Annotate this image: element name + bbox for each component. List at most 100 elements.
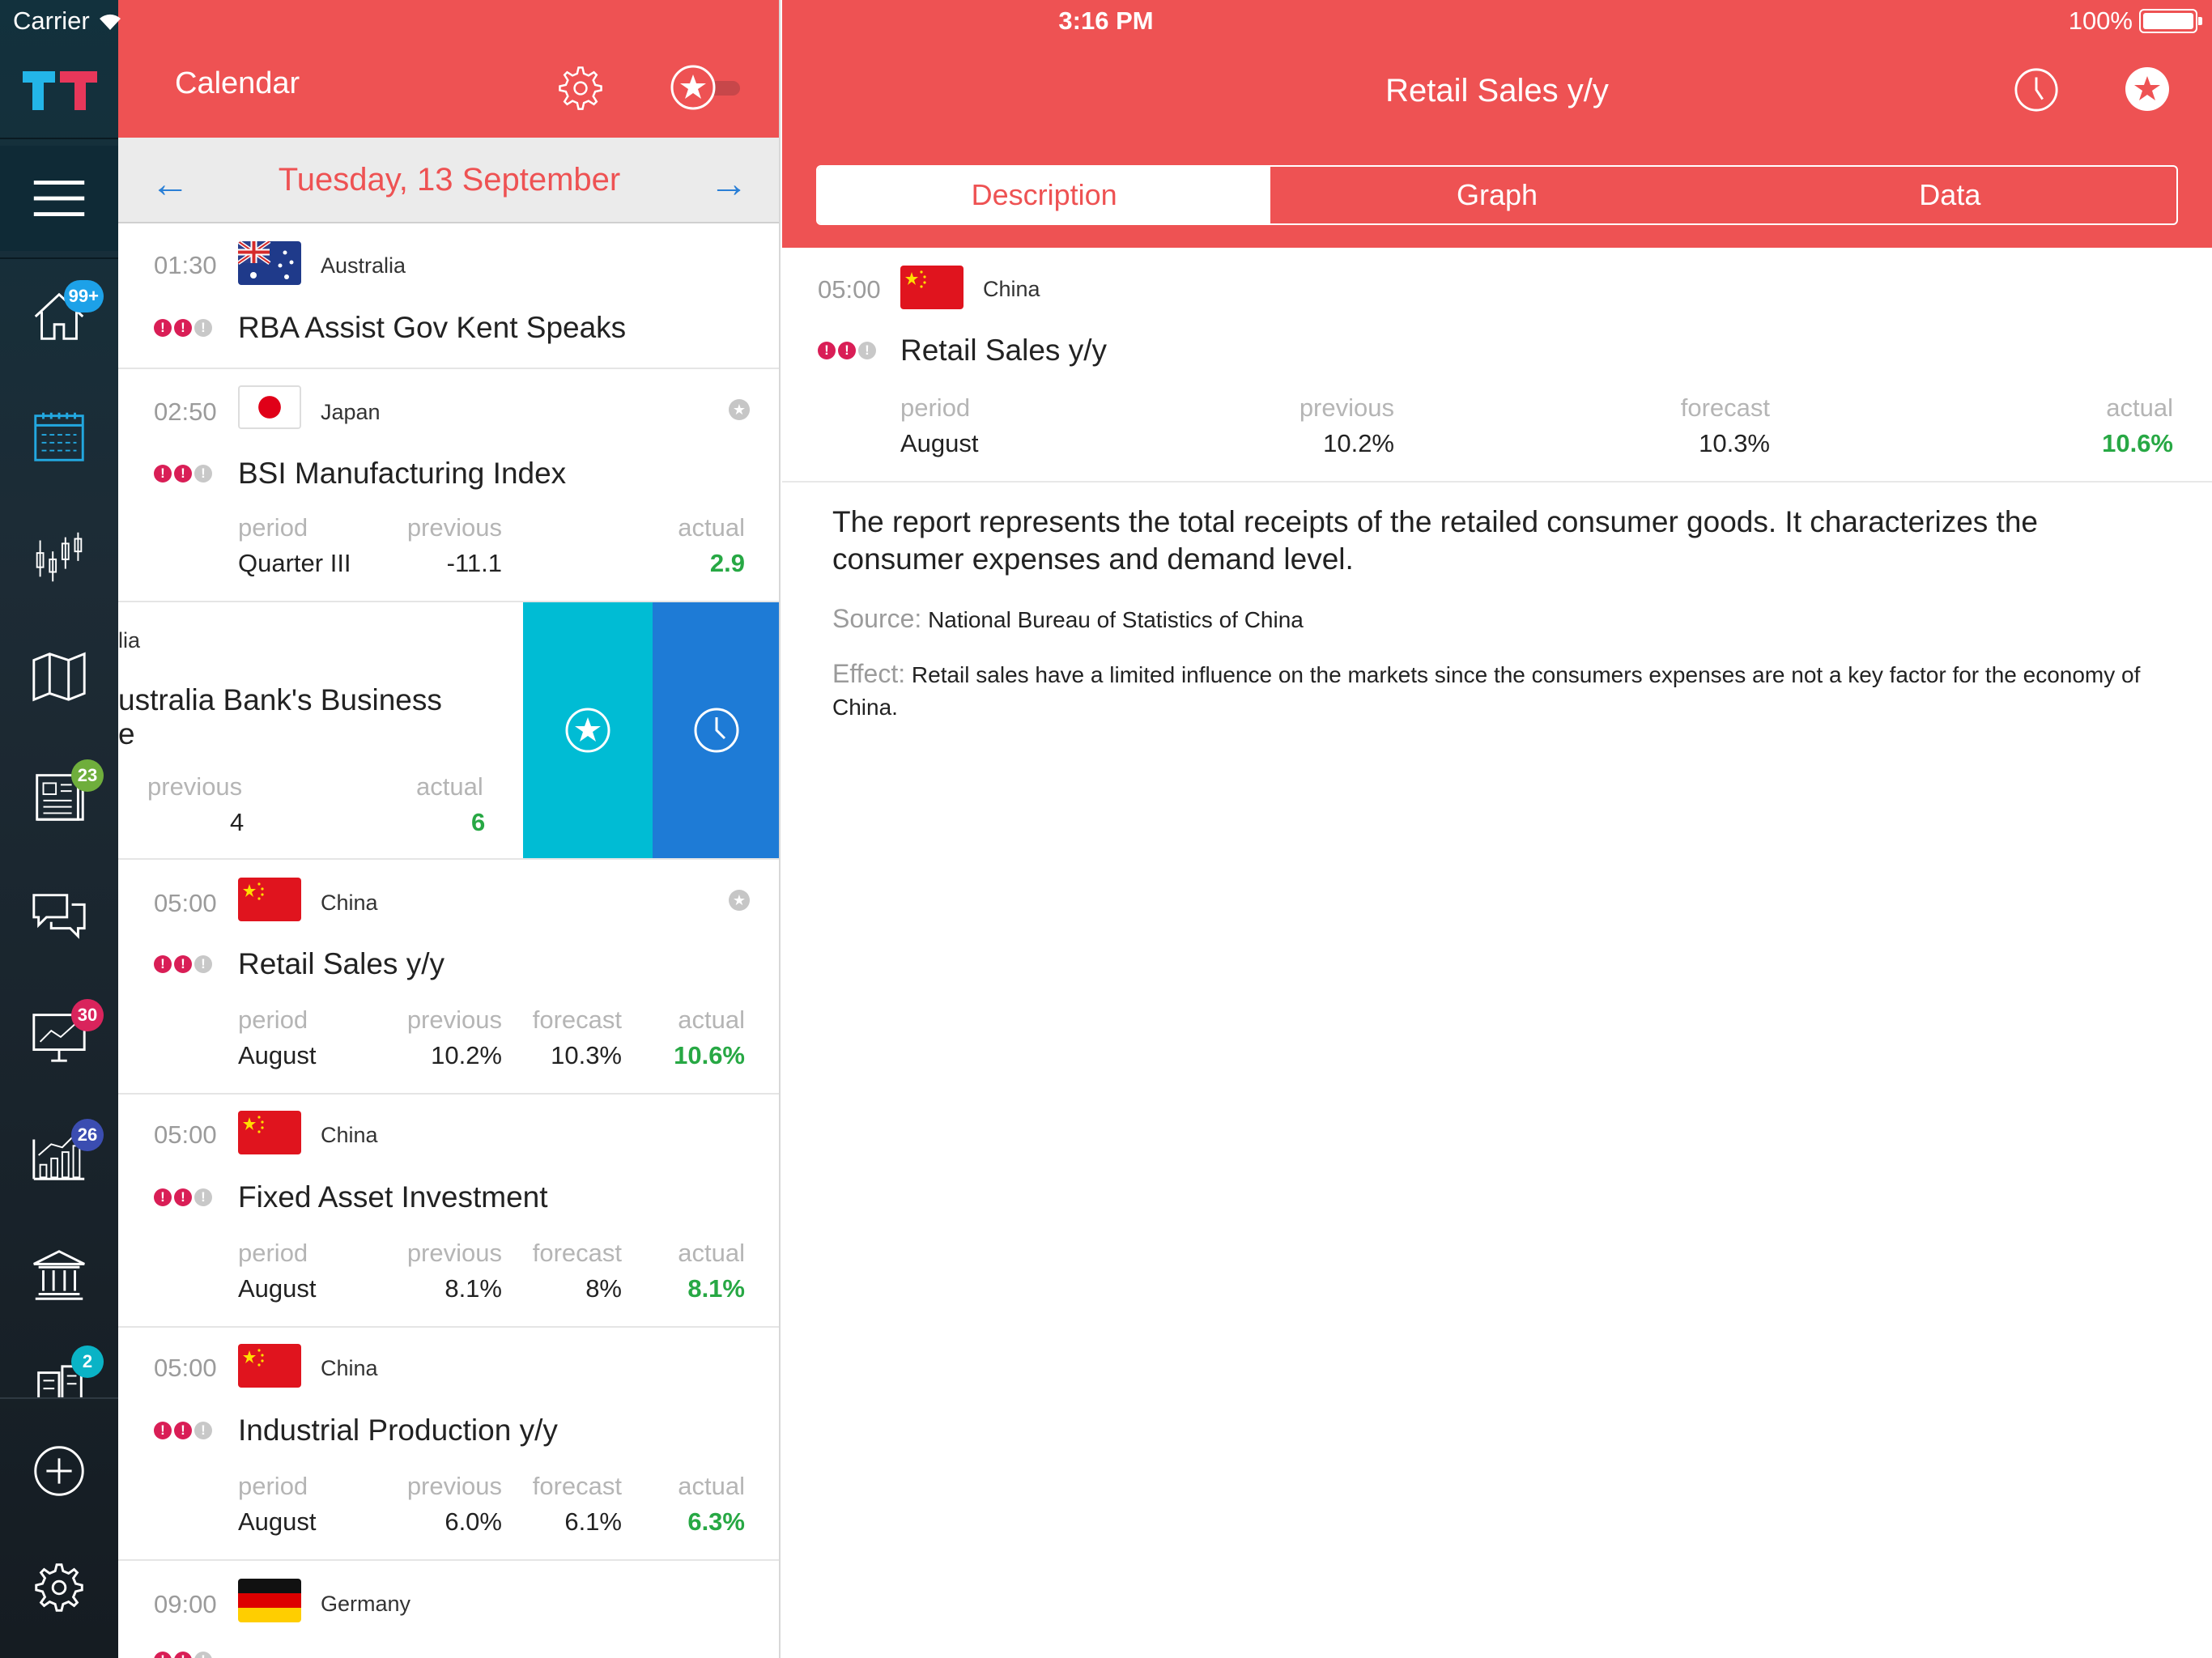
forecast-value: 8% (585, 1274, 622, 1303)
battery-info: 100% (2069, 6, 2202, 36)
menu-button[interactable] (0, 146, 118, 251)
sidebar-item-brokers[interactable]: 2 (0, 1342, 118, 1397)
actual-value: 8.1% (687, 1274, 745, 1303)
event-row[interactable]: 05:00 China !!! Fixed Asset Investment p… (118, 1095, 779, 1328)
sidebar-item-map[interactable] (0, 623, 118, 729)
swipe-favorite-button[interactable] (523, 602, 653, 858)
australia-flag-icon (238, 241, 301, 285)
clock-icon[interactable] (2013, 66, 2060, 113)
previous-label: previous (406, 513, 502, 542)
event-time: 01:30 (154, 251, 217, 279)
event-row[interactable]: 05:00 China !!! Industrial Production y/… (118, 1328, 779, 1561)
source-label: Source: (832, 604, 922, 633)
previous-label: previous (406, 1472, 502, 1500)
sidebar-item-calendar[interactable] (0, 384, 118, 489)
event-country: Germany (321, 1592, 411, 1616)
sidebar-item-news[interactable]: 23 (0, 743, 118, 848)
actual-value: 6 (471, 808, 486, 836)
germany-flag-icon (238, 1579, 301, 1622)
event-name: Fixed Asset Investment (238, 1180, 548, 1214)
event-summary: 05:00 China !!! Retail Sales y/y period … (782, 248, 2212, 483)
actual-value: 10.6% (674, 1041, 745, 1069)
effect-label: Effect: (832, 659, 906, 688)
event-name: BSI Manufacturing Index (238, 457, 567, 490)
favorite-star-icon[interactable]: ★ (729, 399, 750, 420)
effect-line: Effect: Retail sales have a limited infl… (832, 657, 2160, 724)
sidebar-item-ideas[interactable]: 30 (0, 983, 118, 1088)
detail-pane: Retail Sales y/y Description Graph Data … (782, 0, 2212, 1658)
previous-value: 10.2% (1323, 429, 1394, 457)
tab-description[interactable]: Description (818, 167, 1271, 223)
event-name: Retail Sales y/y (900, 334, 1107, 367)
period-value: August (238, 1274, 317, 1303)
app-logo-icon (23, 71, 97, 110)
sidebar-item-chat[interactable] (0, 863, 118, 968)
actual-value: 6.3% (687, 1507, 745, 1536)
event-name: RBA Assist Gov Kent Speaks (238, 311, 627, 344)
previous-value: 10.2% (431, 1041, 502, 1069)
event-row[interactable]: 02:50 Japan ★ !!! BSI Manufacturing Inde… (118, 369, 779, 602)
event-country: Japan (321, 400, 381, 424)
calendar-title: Calendar (175, 66, 300, 100)
actual-label: actual (678, 1239, 745, 1267)
importance-indicator: !!! (154, 465, 212, 483)
prev-day-arrow-icon[interactable]: ← (151, 162, 189, 206)
actual-label: actual (678, 1005, 745, 1034)
settings-button[interactable] (0, 1535, 118, 1640)
bank-icon (33, 1250, 85, 1300)
sidebar-item-quotes[interactable] (0, 504, 118, 609)
event-time: 05:00 (154, 1120, 217, 1149)
period-label: period (900, 393, 971, 422)
sidebar: 99+ 23 30 26 2 (0, 0, 118, 1658)
event-time: 09:00 (154, 1590, 217, 1618)
event-time: 05:00 (154, 1354, 217, 1382)
event-row[interactable]: 01:30 Australia !!! RBA Assist Gov Kent … (118, 225, 779, 369)
next-day-arrow-icon[interactable]: → (709, 162, 748, 206)
event-country: Australia (321, 253, 406, 278)
actual-label: actual (678, 1472, 745, 1500)
period-value: August (238, 1507, 317, 1536)
previous-label: previous (406, 1005, 502, 1034)
favorite-star-icon[interactable]: ★ (729, 890, 750, 911)
date-navigator: ← Tuesday, 13 September → (118, 138, 779, 223)
star-circle-icon (670, 65, 716, 110)
event-row-swiped[interactable]: lia ustralia Bank's Business e previous … (118, 602, 779, 860)
event-row[interactable]: 09:00 Germany !!! (118, 1561, 779, 1658)
event-country: China (983, 277, 1040, 301)
statistics-badge: 26 (71, 1119, 104, 1151)
tab-data[interactable]: Data (1724, 167, 2176, 223)
sidebar-item-statistics[interactable]: 26 (0, 1103, 118, 1208)
event-name: Industrial Production y/y (238, 1414, 558, 1447)
add-button[interactable] (0, 1418, 118, 1524)
detail-title: Retail Sales y/y (1385, 73, 1609, 108)
actual-label: actual (2106, 393, 2173, 422)
star-circle-icon[interactable] (2123, 65, 2172, 113)
period-label: period (238, 1239, 308, 1267)
previous-label: previous (147, 772, 243, 801)
sidebar-item-banks[interactable] (0, 1222, 118, 1328)
actual-value: 2.9 (709, 549, 745, 577)
event-description: The report represents the total receipts… (832, 504, 2160, 745)
period-value: Quarter III (238, 549, 351, 577)
tab-graph[interactable]: Graph (1270, 167, 1723, 223)
gear-icon[interactable] (554, 62, 607, 115)
event-row[interactable]: 05:00 China ★ !!! Retail Sales y/y perio… (118, 860, 779, 1095)
current-date: Tuesday, 13 September (278, 161, 621, 198)
event-country: China (321, 891, 378, 915)
importance-indicator: !!! (154, 319, 212, 337)
period-label: period (238, 1005, 308, 1034)
event-name-line2: e (118, 717, 135, 750)
forecast-value: 6.1% (564, 1507, 622, 1536)
event-name-line1: ustralia Bank's Business (118, 683, 442, 716)
forecast-label: forecast (532, 1472, 622, 1500)
actual-value: 10.6% (2102, 429, 2173, 457)
previous-value: 4 (230, 808, 245, 836)
sidebar-item-home[interactable]: 99+ (0, 264, 118, 369)
swipe-reminder-button[interactable] (653, 602, 779, 858)
clock-icon (694, 708, 739, 753)
candlestick-icon (36, 532, 83, 582)
ideas-badge: 30 (71, 999, 104, 1031)
previous-value: 8.1% (445, 1274, 502, 1303)
event-country: China (321, 1123, 378, 1147)
favorites-toggle[interactable] (669, 63, 747, 112)
